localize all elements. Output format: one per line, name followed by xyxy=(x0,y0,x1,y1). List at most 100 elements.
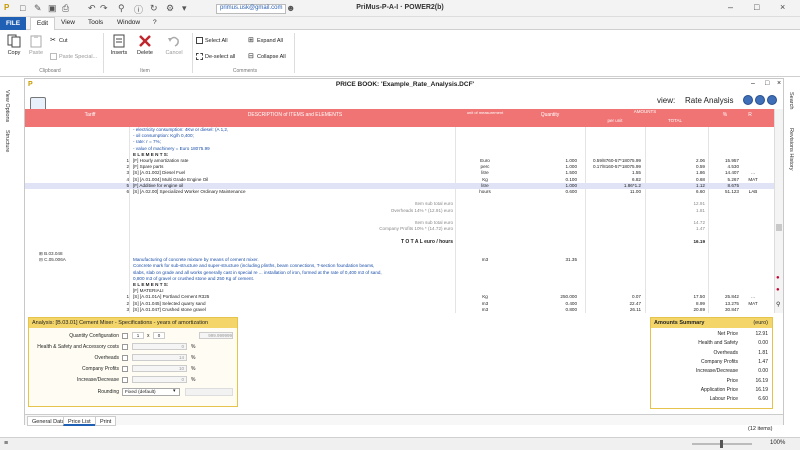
doc-close-button[interactable]: × xyxy=(777,80,781,87)
settings-icon[interactable]: ⚙ xyxy=(166,3,174,14)
table-row[interactable] xyxy=(25,214,775,220)
view-prev-icon[interactable] xyxy=(743,95,753,105)
view-options-pane[interactable]: View Options xyxy=(4,90,10,122)
collapse-all-button[interactable]: ⊟ Collapse All xyxy=(248,53,286,60)
chevron-down-icon[interactable]: ▾ xyxy=(173,388,176,394)
view-table-icon[interactable] xyxy=(755,95,765,105)
select-all-button[interactable]: Select All xyxy=(196,37,228,44)
zoom-slider[interactable] xyxy=(692,440,752,448)
table-row[interactable]: [F] MATERIALI xyxy=(25,288,775,294)
user-email[interactable]: primus.usk@gmail.com xyxy=(216,4,287,14)
col-percent: % xyxy=(722,112,728,118)
expand-all-button[interactable]: ⊞ Expand All xyxy=(248,37,283,44)
table-row[interactable]: Item sub total euro 12.91 xyxy=(25,201,775,207)
table-row[interactable] xyxy=(25,195,775,201)
cancel-button[interactable]: Cancel xyxy=(162,34,186,56)
increase-decrease-checkbox[interactable] xyxy=(122,377,128,383)
doc-restore-button[interactable]: □ xyxy=(765,80,769,87)
revisions-history-pane[interactable]: Revisions History xyxy=(788,128,794,170)
table-row[interactable]: - oil consumption: Kg/h 0,400; xyxy=(25,133,775,139)
table-row[interactable]: 1 [S] [A.01.01A] Portland Cement R325 Kg 25… xyxy=(25,294,775,300)
table-row[interactable]: 3 [S] [A.01.047] Crushed stone gravel m3 0.… xyxy=(25,307,775,313)
table-row[interactable]: E L E M E N T S: xyxy=(25,152,775,158)
delete-button[interactable]: Delete xyxy=(134,34,156,56)
tab-price-list[interactable]: Price List xyxy=(63,416,96,426)
insert-icon xyxy=(113,34,125,48)
increase-decrease-input[interactable]: 0 xyxy=(132,376,187,383)
table-row[interactable]: Item sub total euro 14.72 xyxy=(25,220,775,226)
scrollbar-thumb[interactable] xyxy=(776,224,782,231)
paste-special-button[interactable]: Paste Special... xyxy=(50,53,97,60)
health-safety-checkbox[interactable] xyxy=(122,344,128,350)
refresh-icon[interactable]: ↻ xyxy=(150,3,158,14)
nav-down-icon[interactable]: ● xyxy=(776,287,780,293)
view-next-icon[interactable] xyxy=(767,95,777,105)
deselect-all-button[interactable]: De-select all xyxy=(196,53,235,60)
copy-button[interactable]: Copy xyxy=(4,34,24,56)
overheads-checkbox[interactable] xyxy=(122,355,128,361)
user-icon[interactable]: ☻ xyxy=(286,3,295,13)
table-row[interactable]: Overheads 14% * (12.91) euro 1.81 xyxy=(25,208,775,214)
undo-icon[interactable]: ↶ xyxy=(88,3,96,14)
tab-tools[interactable]: Tools xyxy=(88,19,103,26)
rounding-select[interactable]: Fixed (default) xyxy=(122,388,180,396)
table-row[interactable]: 2 [F] Spare parts perc 1.000 0.17/8160-57*18… xyxy=(25,164,775,170)
table-row[interactable] xyxy=(25,245,775,251)
tab-view[interactable]: View xyxy=(61,19,75,26)
help-icon[interactable]: ⓘ xyxy=(134,3,143,16)
cut-button[interactable]: ✂ Cut xyxy=(50,37,68,44)
table-row[interactable]: ⊟ C.05.006A Manufacturing of concrete mix… xyxy=(25,257,775,263)
structure-pane[interactable]: Structure xyxy=(4,130,10,152)
tab-help[interactable]: ? xyxy=(153,19,157,26)
table-row[interactable]: Company Profits 10% * (14.72) euro 1.47 xyxy=(25,226,775,232)
quantity-value1-input[interactable]: 1 xyxy=(132,332,144,339)
open-icon[interactable]: ✎ xyxy=(34,3,42,14)
customize-icon[interactable]: ▾ xyxy=(182,3,187,14)
table-row[interactable]: 1 [F] Hourly amortization rate Euro 1.000 0.… xyxy=(25,158,775,164)
table-row[interactable]: 5 [F] Additive for engine oil litre 1.000 1.… xyxy=(25,182,775,189)
table-row[interactable]: 3 [S] [A.01.002] Diesel Fuel litre 1.500 1.5… xyxy=(25,170,775,176)
view-mode-value[interactable]: Rate Analysis xyxy=(685,96,733,105)
table-row[interactable]: 6 [S] [A.02.00] Specialized Worker Ordina… xyxy=(25,189,775,195)
table-row[interactable]: 2 [S] [A.01.045] Selected quarry sand m3 0.… xyxy=(25,301,775,307)
table-row[interactable]: ⊞ B.03.048 xyxy=(25,251,775,257)
print-icon[interactable]: ⎙ xyxy=(62,3,69,14)
table-row[interactable] xyxy=(25,232,775,238)
company-profits-input[interactable]: 10 xyxy=(132,365,187,372)
paste-button[interactable]: Paste xyxy=(26,34,46,56)
table-row[interactable]: 0,800 m3 of gravel or crushed stone and … xyxy=(25,276,775,282)
unit-cell: m3 xyxy=(481,257,489,263)
table-row[interactable]: T O T A L euro / hours 16.19 xyxy=(25,239,775,245)
tab-print[interactable]: Print xyxy=(95,416,117,426)
table-row[interactable]: 4 [S] [A.01.004] Multi Grade Engine Oil Kg… xyxy=(25,177,775,183)
zoom-slider-thumb[interactable] xyxy=(720,440,723,448)
quantity-value2-input[interactable]: 0 xyxy=(153,332,165,339)
tab-file[interactable]: FILE xyxy=(0,17,26,30)
new-icon[interactable]: □ xyxy=(20,3,25,13)
company-profits-checkbox[interactable] xyxy=(122,366,128,372)
save-icon[interactable]: ▣ xyxy=(48,3,57,14)
quantity-cell: 1.000 xyxy=(565,182,578,188)
health-safety-input[interactable]: 0 xyxy=(132,343,187,350)
table-row[interactable]: slabs, slab on grade and all works gener… xyxy=(25,270,775,276)
close-button[interactable]: × xyxy=(780,2,785,12)
tab-edit[interactable]: Edit xyxy=(30,17,55,30)
zoom-icon[interactable]: ⚲ xyxy=(776,301,780,308)
table-row[interactable]: - value of machinery = Euro 18075.99 xyxy=(25,146,775,152)
vertical-scrollbar[interactable]: ● ● ⚲ xyxy=(774,109,783,313)
doc-minimize-button[interactable]: – xyxy=(751,80,755,87)
search-pane[interactable]: Search xyxy=(788,92,794,109)
overheads-input[interactable]: 14 xyxy=(132,354,187,361)
nav-up-icon[interactable]: ● xyxy=(776,275,780,281)
quantity-configuration-checkbox[interactable] xyxy=(122,333,128,339)
table-row[interactable]: Concrete mark for sub-structure and supe… xyxy=(25,263,775,269)
table-row[interactable]: - electricity consumption: 4Kw or diesel… xyxy=(25,127,775,133)
zoom-icon[interactable]: ⚲ xyxy=(118,3,125,14)
minimize-button[interactable]: – xyxy=(728,2,733,12)
table-row[interactable]: - rate: r = 7%; xyxy=(25,139,775,145)
inserts-button[interactable]: Inserts xyxy=(108,34,130,56)
table-row[interactable]: E L E M E N T S: xyxy=(25,282,775,288)
maximize-button[interactable]: □ xyxy=(754,2,759,12)
tab-window[interactable]: Window xyxy=(117,19,140,26)
redo-icon[interactable]: ↷ xyxy=(100,3,108,14)
